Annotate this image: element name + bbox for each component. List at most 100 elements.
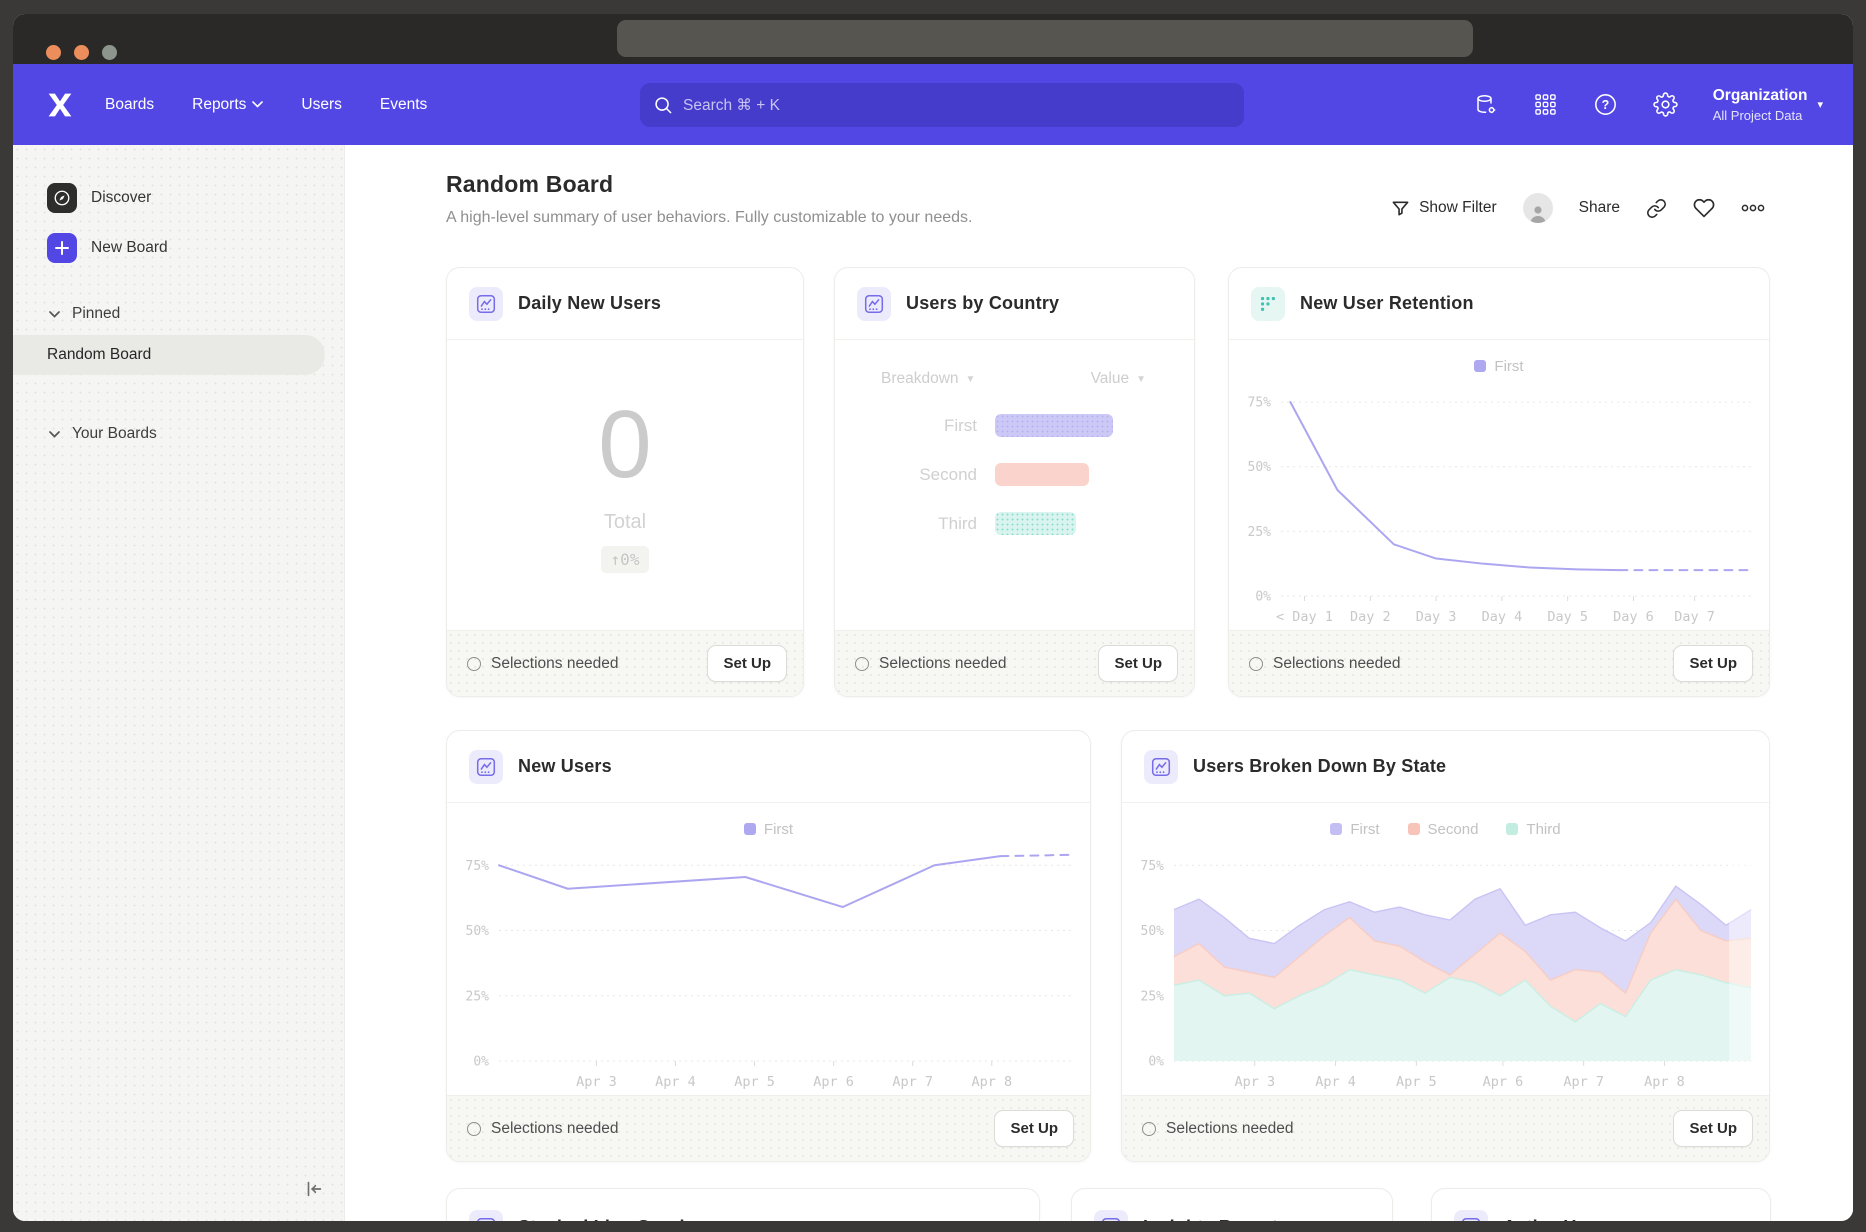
- sidebar-item-discover[interactable]: Discover: [13, 181, 344, 215]
- svg-text:Apr 8: Apr 8: [971, 1074, 1012, 1090]
- status-circle-icon: [467, 657, 481, 671]
- bar-label: First: [835, 416, 995, 436]
- help-icon[interactable]: ?: [1593, 92, 1619, 118]
- minimize-window-button[interactable]: [74, 45, 89, 60]
- top-nav: Boards Reports Users Events Search ⌘ + K: [13, 64, 1853, 145]
- set-up-button[interactable]: Set Up: [1673, 645, 1753, 682]
- bar-label: Third: [835, 514, 995, 534]
- collapse-sidebar-icon[interactable]: [300, 1175, 328, 1203]
- card-title: New User Retention: [1300, 293, 1474, 314]
- bar-label: Second: [835, 465, 995, 485]
- plus-icon: [47, 233, 77, 263]
- svg-text:25%: 25%: [1141, 989, 1165, 1004]
- insights-chart-icon: [857, 287, 891, 321]
- sidebar-item-random-board[interactable]: Random Board: [13, 335, 325, 375]
- svg-text:?: ?: [1602, 98, 1610, 112]
- svg-text:50%: 50%: [1141, 924, 1165, 939]
- data-management-icon[interactable]: [1473, 92, 1499, 118]
- favorite-heart-icon[interactable]: [1693, 197, 1715, 219]
- org-project: All Project Data: [1713, 108, 1808, 123]
- card-title: Insights Report: [1143, 1217, 1278, 1222]
- breakdown-dropdown[interactable]: Breakdown▼: [881, 370, 975, 388]
- svg-text:Day 7: Day 7: [1674, 609, 1715, 625]
- svg-text:75%: 75%: [466, 859, 490, 874]
- traffic-lights[interactable]: [46, 45, 117, 60]
- value-dropdown[interactable]: Value▼: [1091, 370, 1146, 388]
- card-title: New Users: [518, 756, 612, 777]
- chart-legend: First: [447, 803, 1090, 837]
- mixpanel-logo-icon[interactable]: [43, 88, 77, 122]
- show-filter-button[interactable]: Show Filter: [1391, 199, 1497, 218]
- new-users-line-chart: 75%50%25%0%Apr 3Apr 4Apr 5Apr 6Apr 7Apr …: [447, 837, 1090, 1095]
- svg-text:Apr 3: Apr 3: [576, 1074, 617, 1090]
- insights-chart-icon: [1144, 750, 1178, 784]
- selections-needed-status: Selections needed: [467, 1120, 619, 1138]
- svg-text:Apr 5: Apr 5: [1396, 1074, 1437, 1090]
- svg-text:Day 6: Day 6: [1613, 609, 1654, 625]
- sidebar-section-pinned[interactable]: Pinned: [13, 299, 344, 329]
- metric-label: Total: [604, 511, 646, 534]
- set-up-button[interactable]: Set Up: [707, 645, 787, 682]
- svg-text:0%: 0%: [1255, 590, 1271, 605]
- status-circle-icon: [467, 1122, 481, 1136]
- svg-text:Apr 4: Apr 4: [1315, 1074, 1356, 1090]
- org-switcher[interactable]: Organization All Project Data ▾: [1713, 87, 1823, 123]
- settings-gear-icon[interactable]: [1653, 92, 1679, 118]
- card-title: Stacked Line Graph: [518, 1217, 691, 1222]
- card-users-by-state: Users Broken Down By State First Second …: [1121, 730, 1770, 1162]
- nav-item-boards[interactable]: Boards: [105, 96, 154, 114]
- sidebar-item-label: Discover: [91, 189, 151, 207]
- nav-item-reports[interactable]: Reports: [192, 96, 263, 114]
- country-bar-list: First Second Third: [835, 414, 1194, 535]
- set-up-button[interactable]: Set Up: [1098, 645, 1178, 682]
- svg-text:< Day 1: < Day 1: [1276, 609, 1333, 625]
- legend-swatch: [1474, 360, 1486, 372]
- close-window-button[interactable]: [46, 45, 61, 60]
- more-options-icon[interactable]: [1741, 204, 1765, 212]
- card-new-user-retention: New User Retention First 75%50%25%0%< Da…: [1228, 267, 1770, 697]
- chevron-down-icon: [49, 431, 60, 438]
- card-new-users: New Users First 75%50%25%0%Apr 3Apr 4Apr…: [446, 730, 1091, 1162]
- card-insights-report: Insights Report: [1071, 1188, 1393, 1221]
- card-daily-new-users: Daily New Users 0 Total ↑0% Selections n…: [446, 267, 804, 697]
- insights-chart-icon: [469, 750, 503, 784]
- sidebar-section-your-boards[interactable]: Your Boards: [13, 419, 344, 449]
- selections-needed-status: Selections needed: [467, 655, 619, 673]
- bar-first: [995, 414, 1113, 437]
- svg-text:25%: 25%: [1248, 525, 1272, 540]
- search-input[interactable]: Search ⌘ + K: [640, 83, 1244, 127]
- svg-text:0%: 0%: [473, 1055, 489, 1070]
- status-circle-icon: [1249, 657, 1263, 671]
- svg-text:75%: 75%: [1248, 396, 1272, 411]
- svg-text:50%: 50%: [466, 924, 490, 939]
- sidebar-item-label: New Board: [91, 239, 168, 257]
- metric-value: 0: [598, 397, 651, 493]
- set-up-button[interactable]: Set Up: [994, 1110, 1074, 1147]
- retention-line-chart: 75%50%25%0%< Day 1Day 2Day 3Day 4Day 5Da…: [1229, 374, 1769, 630]
- chevron-down-icon: [252, 101, 263, 108]
- avatar[interactable]: [1523, 193, 1553, 223]
- status-circle-icon: [855, 657, 869, 671]
- zoom-window-button[interactable]: [102, 45, 117, 60]
- sidebar-item-new-board[interactable]: New Board: [13, 231, 344, 265]
- legend-swatch: [1330, 823, 1342, 835]
- card-title: Users by Country: [906, 293, 1059, 314]
- svg-text:Apr 6: Apr 6: [813, 1074, 854, 1090]
- address-bar[interactable]: [617, 20, 1473, 57]
- person-icon: [1527, 203, 1549, 223]
- selections-needed-status: Selections needed: [1142, 1120, 1294, 1138]
- page-subtitle: A high-level summary of user behaviors. …: [446, 209, 972, 227]
- status-circle-icon: [1142, 1122, 1156, 1136]
- nav-item-events[interactable]: Events: [380, 96, 427, 114]
- apps-grid-icon[interactable]: [1533, 92, 1559, 118]
- svg-text:Apr 8: Apr 8: [1644, 1074, 1685, 1090]
- chart-legend: First: [1229, 340, 1769, 374]
- share-button[interactable]: Share: [1579, 199, 1620, 217]
- copy-link-icon[interactable]: [1646, 198, 1667, 219]
- chart-legend: First Second Third: [1122, 803, 1769, 837]
- country-bar-row: Third: [835, 512, 1194, 535]
- set-up-button[interactable]: Set Up: [1673, 1110, 1753, 1147]
- search-icon: [654, 96, 673, 115]
- card-title: Active Users: [1503, 1217, 1614, 1222]
- nav-item-users[interactable]: Users: [301, 96, 341, 114]
